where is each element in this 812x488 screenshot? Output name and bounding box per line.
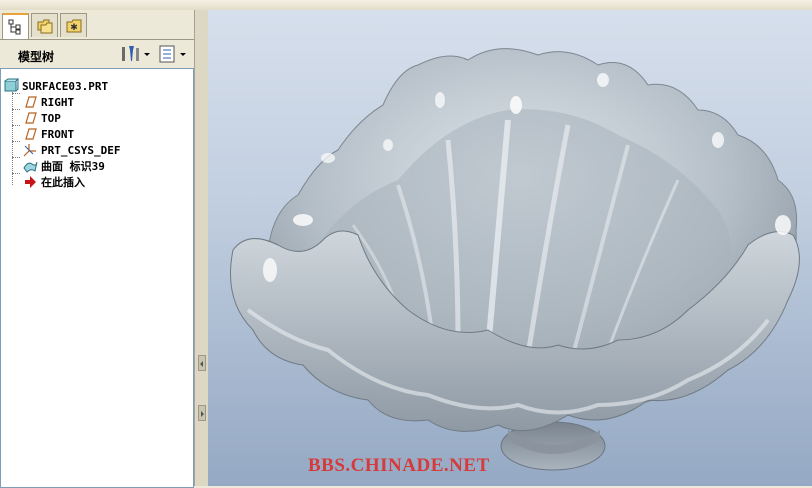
model-tree-icon xyxy=(8,19,21,35)
model-tree: SURFACE03.PRT RIGHT TOP FRONT PRT_CSYS_D xyxy=(0,68,194,488)
surface-feature-icon xyxy=(22,158,38,174)
tab-folder-browser[interactable] xyxy=(31,13,58,37)
csys-icon xyxy=(22,142,38,158)
datum-plane-icon xyxy=(22,94,38,110)
tree-connector xyxy=(12,125,20,126)
tree-node-csys[interactable]: PRT_CSYS_DEF xyxy=(22,142,120,158)
tree-node-insert-here[interactable]: 在此插入 xyxy=(22,174,85,190)
collapse-left-handle[interactable] xyxy=(198,355,206,371)
tree-connector xyxy=(12,157,20,158)
list-icon xyxy=(159,45,186,63)
show-dropdown-button[interactable] xyxy=(158,44,190,64)
model-tree-title: 模型树 xyxy=(18,50,55,64)
favorites-icon: ✱ xyxy=(66,19,82,33)
folder-browser-icon xyxy=(37,19,53,34)
tab-favorites[interactable]: ✱ xyxy=(60,13,87,37)
settings-dropdown-button[interactable] xyxy=(120,44,152,64)
svg-text:✱: ✱ xyxy=(70,23,78,33)
tools-icon xyxy=(122,46,150,61)
insert-here-arrow-icon xyxy=(22,174,38,190)
tree-connector xyxy=(12,141,20,142)
tab-model-tree[interactable] xyxy=(2,13,29,39)
tree-node-right[interactable]: RIGHT xyxy=(22,94,74,110)
tree-connector xyxy=(12,85,13,185)
tree-connector xyxy=(12,109,20,110)
navigator-tabs: ✱ xyxy=(2,13,87,39)
graphics-viewport[interactable]: BBS.CHINADE.NET xyxy=(208,10,812,486)
tree-node-front[interactable]: FRONT xyxy=(22,126,74,142)
datum-plane-icon xyxy=(22,110,38,126)
shell-surface-model xyxy=(230,48,800,471)
datum-plane-icon xyxy=(22,126,38,142)
part-icon xyxy=(3,78,20,94)
tree-node-part[interactable]: SURFACE03.PRT xyxy=(3,78,108,94)
tree-node-top[interactable]: TOP xyxy=(22,110,61,126)
model-tree-header: 模型树 xyxy=(0,39,194,68)
watermark-text: BBS.CHINADE.NET xyxy=(308,455,490,476)
navigator-panel: ✱ 模型树 SURFACE03.PRT RIGHT TOP FRONT PRT_… xyxy=(0,10,194,488)
tree-connector xyxy=(12,173,20,174)
expand-right-handle[interactable] xyxy=(198,405,206,421)
tree-node-surface[interactable]: 曲面 标识39 xyxy=(22,158,105,174)
